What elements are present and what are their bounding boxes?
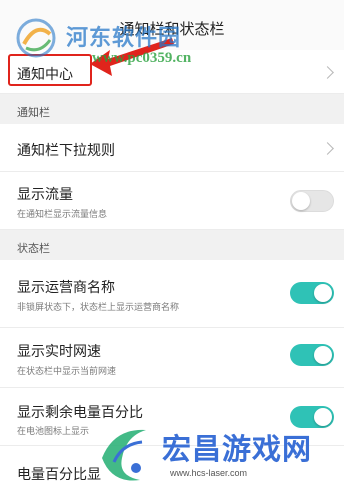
row-battery-percentage-display[interactable]: 电量百分比显 bbox=[0, 446, 344, 490]
row-show-traffic-sub: 在通知栏显示流量信息 bbox=[17, 210, 108, 220]
row-show-speed-label: 显示实时网速 bbox=[17, 344, 101, 360]
chevron-right-icon bbox=[321, 66, 334, 79]
row-show-carrier-label: 显示运营商名称 bbox=[17, 280, 115, 296]
annotation-highlight-box bbox=[8, 54, 92, 86]
show-speed-toggle[interactable] bbox=[290, 344, 334, 366]
row-show-carrier-sub: 非锁屏状态下，状态栏上显示运营商名称 bbox=[17, 303, 180, 313]
toggle-knob bbox=[314, 408, 332, 426]
section-status-bar-title: 状态栏 bbox=[17, 242, 50, 255]
row-show-battery-percentage[interactable]: 显示剩余电量百分比 在电池图标上显示 bbox=[0, 388, 344, 446]
show-carrier-toggle[interactable] bbox=[290, 282, 334, 304]
section-notification-bar-title: 通知栏 bbox=[17, 106, 50, 119]
row-show-traffic-label: 显示流量 bbox=[17, 187, 73, 203]
show-battery-percentage-toggle[interactable] bbox=[290, 406, 334, 428]
row-pulldown-rule-label: 通知栏下拉规则 bbox=[17, 143, 115, 159]
section-notification-bar: 通知栏 bbox=[0, 94, 344, 124]
toggle-knob bbox=[292, 192, 310, 210]
row-show-battery-percentage-label: 显示剩余电量百分比 bbox=[17, 405, 143, 421]
row-show-speed[interactable]: 显示实时网速 在状态栏中显示当前网速 bbox=[0, 328, 344, 388]
toggle-knob bbox=[314, 284, 332, 302]
chevron-right-icon bbox=[321, 142, 334, 155]
row-show-battery-percentage-sub: 在电池图标上显示 bbox=[17, 427, 90, 437]
row-show-speed-sub: 在状态栏中显示当前网速 bbox=[17, 367, 117, 377]
toggle-knob bbox=[314, 346, 332, 364]
section-status-bar: 状态栏 bbox=[0, 230, 344, 260]
row-show-carrier[interactable]: 显示运营商名称 非锁屏状态下，状态栏上显示运营商名称 bbox=[0, 260, 344, 328]
annotation-arrow bbox=[90, 38, 174, 76]
show-traffic-toggle[interactable] bbox=[290, 190, 334, 212]
row-show-traffic[interactable]: 显示流量 在通知栏显示流量信息 bbox=[0, 172, 344, 230]
row-battery-percentage-display-label: 电量百分比显 bbox=[17, 467, 101, 483]
row-pulldown-rule[interactable]: 通知栏下拉规则 bbox=[0, 124, 344, 172]
